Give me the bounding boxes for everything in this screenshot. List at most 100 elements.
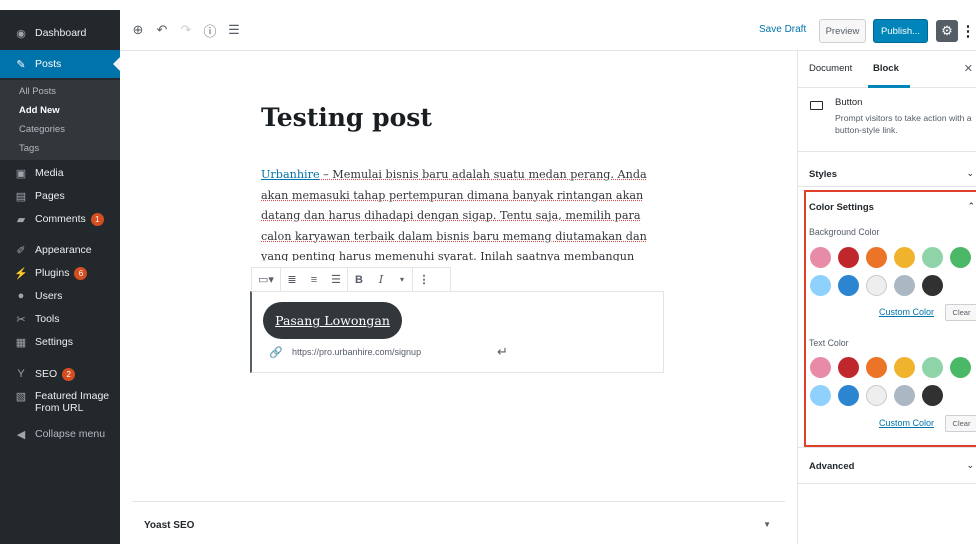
align-center-icon[interactable]: ≡ [303,268,325,291]
bg-swatch-amber[interactable] [894,247,915,268]
preview-button[interactable]: Preview [819,19,866,43]
text-swatch-pale-pink[interactable] [810,357,831,378]
chevron-down-icon[interactable]: ⌄ [966,168,974,179]
settings-icon: ▦ [15,336,27,349]
users-icon: ● [17,290,25,302]
bg-swatch-cyan-gray[interactable] [894,275,915,296]
submenu-categories[interactable]: Categories [0,120,120,139]
button-block[interactable]: Pasang Lowongan 🔗 https://pro.urbanhire.… [250,291,664,373]
sidebar-item-label: Appearance [35,244,92,256]
more-options-icon[interactable]: ⋮ [961,21,976,41]
advanced-section[interactable]: Advanced ⌄ [798,447,976,484]
sidebar-collapse[interactable]: ◀ Collapse menu [0,420,120,448]
text-swatch-light-green[interactable] [922,357,943,378]
editor-canvas: Testing post Urbanhire – Memulai bisnis … [120,51,797,544]
submenu-add-new[interactable]: Add New [0,101,120,120]
submenu-tags[interactable]: Tags [0,139,120,158]
media-icon: ▣ [15,167,27,180]
sidebar-item-posts[interactable]: ✎ Posts [0,50,120,78]
bg-swatch-very-light-gray[interactable] [866,275,887,296]
block-description: Prompt visitors to take action with a bu… [835,113,972,135]
color-settings-title[interactable]: Color Settings [809,202,874,213]
bg-swatch-orange[interactable] [866,247,887,268]
styles-section[interactable]: Styles ⌄ [798,152,976,187]
block-more-icon[interactable]: ⋮ [413,268,435,291]
image-icon: ▧ [15,391,27,403]
text-swatch-vivid-red[interactable] [838,357,859,378]
sidebar-item-label: Settings [35,336,73,348]
background-color-label: Background Color [809,227,880,237]
paragraph-block[interactable]: Urbanhire – Memulai bisnis baru adalah s… [261,165,656,261]
bg-swatch-pale-blue[interactable] [810,275,831,296]
bg-swatch-dark-gray[interactable] [922,275,943,296]
bg-clear-button[interactable]: Clear [945,304,976,321]
outline-icon[interactable]: ☰ [226,22,242,38]
more-format-icon[interactable]: ▾ [392,268,412,291]
tab-document[interactable]: Document [809,63,852,74]
yoast-panel[interactable]: Yoast SEO ▼ [132,501,785,544]
link-icon: 🔗 [269,347,283,359]
panel-tabs: Document Block ✕ [798,51,976,88]
sidebar-item-label: Featured Image From URL [35,390,109,414]
text-custom-color-link[interactable]: Custom Color [879,418,934,428]
settings-gear-icon[interactable]: ⚙ [936,20,958,42]
sidebar-item-settings[interactable]: ▦ Settings [0,328,120,356]
align-right-icon[interactable]: ☰ [325,268,347,291]
sidebar-item-comments[interactable]: ▰ Comments 1 [0,205,120,233]
text-swatch-green[interactable] [950,357,971,378]
add-block-icon[interactable]: ⊕ [130,22,146,38]
post-title[interactable]: Testing post [261,103,432,132]
sidebar-item-label: Posts [35,58,62,70]
text-color-label: Text Color [809,338,849,348]
enter-icon[interactable]: ↵ [497,344,508,360]
editor-app: ◉ Dashboard ✎ Posts All Posts Add New Ca… [0,10,976,544]
paragraph-link[interactable]: Urbanhire [261,168,320,181]
italic-icon[interactable]: I [370,268,392,291]
text-swatch-dark-gray[interactable] [922,385,943,406]
block-type-icon[interactable]: ▭▾ [252,268,280,291]
align-left-icon[interactable]: ≣ [281,268,303,291]
comments-badge: 1 [90,212,104,226]
button-url-input[interactable]: https://pro.urbanhire.com/signup [292,347,421,357]
sidebar-item-label: Collapse menu [35,428,106,440]
publish-button[interactable]: Publish... [873,19,928,43]
bg-swatch-light-green[interactable] [922,247,943,268]
paragraph-text: – Memulai bisnis baru adalah suatu medan… [261,168,647,261]
undo-icon[interactable]: ↶ [154,22,170,38]
seo-badge: 2 [62,367,76,381]
tab-block[interactable]: Block [873,63,899,74]
close-icon[interactable]: ✕ [964,62,973,75]
bg-swatch-green[interactable] [950,247,971,268]
chevron-up-icon[interactable]: ⌃ [967,201,975,212]
chevron-down-icon[interactable]: ⌄ [966,460,974,471]
text-swatch-pale-blue[interactable] [810,385,831,406]
dashboard-icon: ◉ [16,27,26,40]
save-draft-button[interactable]: Save Draft [759,24,806,35]
pin-icon: ✎ [16,58,26,71]
text-swatch-orange[interactable] [866,357,887,378]
bold-icon[interactable]: B [348,268,370,291]
info-icon[interactable]: ⓘ [202,22,218,39]
bg-swatch-vivid-red[interactable] [838,247,859,268]
sidebar-item-label: SEO [35,368,58,380]
submenu-all-posts[interactable]: All Posts [0,82,120,101]
text-clear-button[interactable]: Clear [945,415,976,432]
posts-submenu: All Posts Add New Categories Tags [0,80,120,160]
styles-title: Styles [809,169,837,180]
text-swatch-amber[interactable] [894,357,915,378]
sidebar-item-dashboard[interactable]: ◉ Dashboard [0,19,120,47]
text-swatch-blue[interactable] [838,385,859,406]
bg-swatch-blue[interactable] [838,275,859,296]
redo-icon[interactable]: ↷ [178,22,194,38]
bg-custom-color-link[interactable]: Custom Color [879,307,934,317]
advanced-title: Advanced [809,461,855,472]
text-swatch-very-light-gray[interactable] [866,385,887,406]
block-button[interactable]: Pasang Lowongan [263,302,402,339]
caret-down-icon[interactable]: ▼ [763,520,771,529]
collapse-icon: ◀ [16,428,26,441]
bg-swatch-pale-pink[interactable] [810,247,831,268]
text-swatch-cyan-gray[interactable] [894,385,915,406]
featured-line-1: Featured Image [35,390,110,402]
settings-panel: Document Block ✕ Button Prompt visitors … [797,51,976,544]
sidebar-item-label: Plugins [35,267,70,279]
